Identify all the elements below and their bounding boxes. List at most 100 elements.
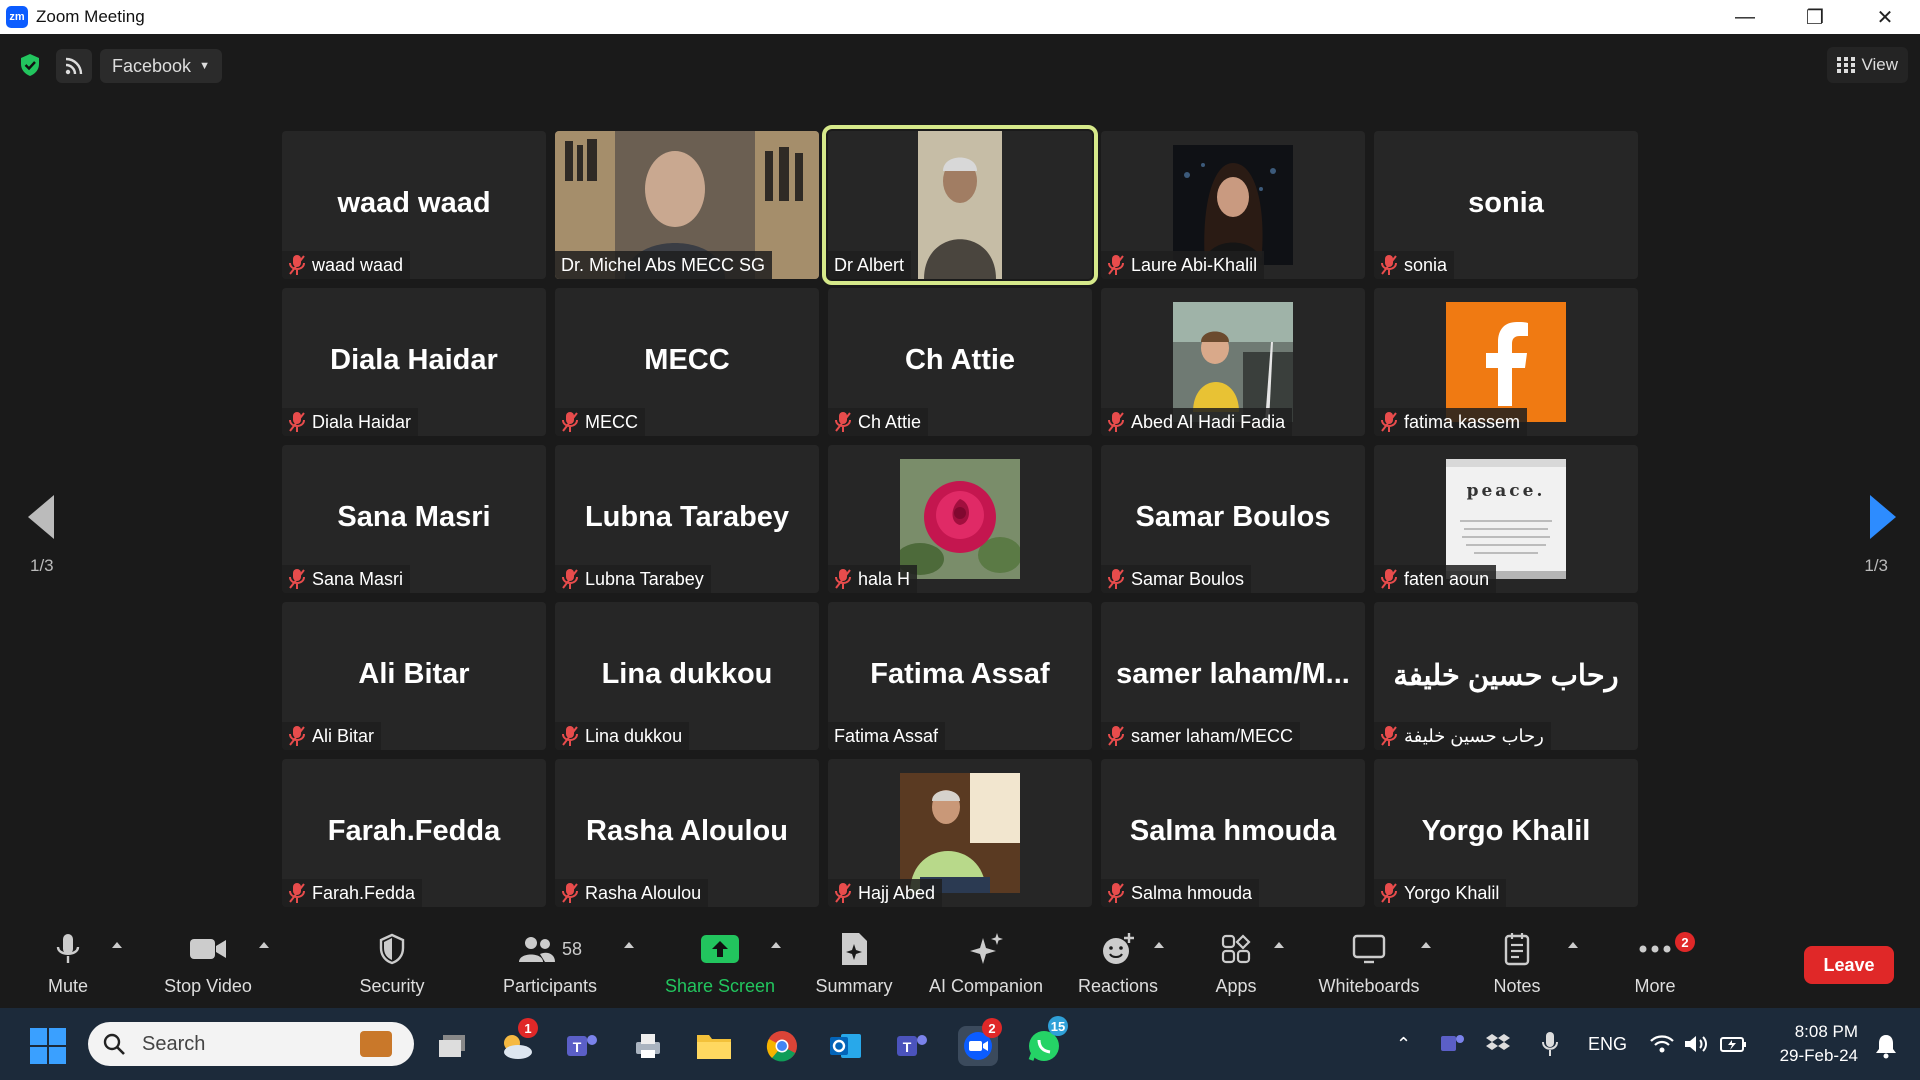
reactions-label: Reactions xyxy=(1077,976,1159,996)
apps-options-chevron-icon[interactable] xyxy=(1274,942,1284,948)
leave-button[interactable]: Leave xyxy=(1804,946,1894,984)
reactions-options-chevron-icon[interactable] xyxy=(1154,942,1164,948)
participant-tile[interactable]: Ali Bitar Ali Bitar xyxy=(282,602,546,750)
livestream-label: Facebook xyxy=(112,55,192,76)
share-screen-button[interactable]: Share Screen xyxy=(660,920,780,1008)
participant-tile[interactable]: Hajj Abed xyxy=(828,759,1092,907)
mute-button[interactable]: Mute xyxy=(38,920,98,1008)
windows-taskbar: Search 1 T T 2 15 ⌃ ENG 8:08 PM 29-Feb-2… xyxy=(0,1008,1920,1080)
task-view-icon[interactable] xyxy=(432,1026,472,1066)
grid-view-icon xyxy=(1837,57,1856,73)
participant-tile[interactable]: Ch Attie Ch Attie xyxy=(828,288,1092,436)
chrome-icon[interactable] xyxy=(762,1026,802,1066)
notes-options-chevron-icon[interactable] xyxy=(1568,942,1578,948)
svg-text:T: T xyxy=(903,1039,912,1055)
share-options-chevron-icon[interactable] xyxy=(771,942,781,948)
stop-video-label: Stop Video xyxy=(164,976,252,996)
show-hidden-icons-chevron-icon[interactable]: ⌃ xyxy=(1396,1034,1411,1055)
teams-icon[interactable]: T xyxy=(562,1026,602,1066)
participant-tile[interactable]: sonia sonia xyxy=(1374,131,1638,279)
zoom-logo-icon: zm xyxy=(6,6,28,28)
muted-microphone-icon xyxy=(835,883,851,903)
security-button[interactable]: Security xyxy=(342,920,442,1008)
dropbox-tray-icon[interactable] xyxy=(1478,1024,1518,1064)
encryption-shield-icon[interactable] xyxy=(14,49,46,81)
language-indicator[interactable]: ENG xyxy=(1588,1034,1627,1055)
apps-button[interactable]: Apps xyxy=(1186,920,1286,1008)
outlook-icon[interactable] xyxy=(826,1026,866,1066)
muted-microphone-icon xyxy=(1381,883,1397,903)
stop-video-button[interactable]: Stop Video xyxy=(158,920,258,1008)
livestream-icon[interactable] xyxy=(56,49,92,83)
participant-display-name: waad waad xyxy=(337,187,491,219)
participant-name-label: Yorgo Khalil xyxy=(1374,879,1507,907)
teams-tray-icon[interactable] xyxy=(1432,1024,1472,1064)
participant-tile[interactable]: Laure Abi-Khalil xyxy=(1101,131,1365,279)
participant-tile[interactable]: peace. faten aoun xyxy=(1374,445,1638,593)
participant-display-name: Fatima Assaf xyxy=(870,658,1050,690)
file-explorer-icon[interactable] xyxy=(694,1026,734,1066)
next-page-arrow-icon[interactable] xyxy=(1870,495,1896,539)
ai-companion-button[interactable]: AI Companion xyxy=(921,920,1051,1008)
participant-name-label: faten aoun xyxy=(1374,565,1497,593)
clock-time: 8:08 PM xyxy=(1794,1022,1858,1041)
participant-tile[interactable]: Abed Al Hadi Fadia xyxy=(1101,288,1365,436)
participant-name-label: Ch Attie xyxy=(828,408,929,436)
participant-display-name: Diala Haidar xyxy=(330,344,498,376)
participant-name-label: Hajj Abed xyxy=(828,879,943,907)
muted-microphone-icon xyxy=(1108,883,1124,903)
speaker-icon[interactable] xyxy=(1676,1024,1716,1064)
participant-tile[interactable]: Salma hmouda Salma hmouda xyxy=(1101,759,1365,907)
participant-tile[interactable]: Diala Haidar Diala Haidar xyxy=(282,288,546,436)
system-clock[interactable]: 8:08 PM 29-Feb-24 xyxy=(1780,1020,1858,1068)
whiteboards-options-chevron-icon[interactable] xyxy=(1421,942,1431,948)
view-button[interactable]: View xyxy=(1827,47,1908,83)
participants-button[interactable]: 58 Participants xyxy=(496,920,604,1008)
participant-tile[interactable]: MECC MECC xyxy=(555,288,819,436)
notes-button[interactable]: Notes xyxy=(1467,920,1567,1008)
participant-tile[interactable]: hala H xyxy=(828,445,1092,593)
participant-tile[interactable]: Lubna Tarabey Lubna Tarabey xyxy=(555,445,819,593)
summary-button[interactable]: Summary xyxy=(804,920,904,1008)
windows-start-icon[interactable] xyxy=(30,1028,66,1064)
participant-tile[interactable]: Dr. Michel Abs MECC SG xyxy=(555,131,819,279)
participant-tile[interactable]: Lina dukkou Lina dukkou xyxy=(555,602,819,750)
notification-bell-icon[interactable] xyxy=(1866,1026,1906,1066)
participant-tile[interactable]: samer laham/M... samer laham/MECC xyxy=(1101,602,1365,750)
participant-tile[interactable]: fatima kassem xyxy=(1374,288,1638,436)
participant-tile[interactable]: Samar Boulos Samar Boulos xyxy=(1101,445,1365,593)
participant-tile[interactable]: Dr Albert xyxy=(822,125,1098,285)
participant-tile[interactable]: Rasha Aloulou Rasha Aloulou xyxy=(555,759,819,907)
minimize-button[interactable]: — xyxy=(1710,0,1780,34)
restore-button[interactable]: ❐ xyxy=(1780,0,1850,34)
participants-options-chevron-icon[interactable] xyxy=(624,942,634,948)
participant-display-name: Sana Masri xyxy=(337,501,491,533)
participant-tile[interactable]: رحاب حسين خليفة رحاب حسين خليفة xyxy=(1374,602,1638,750)
muted-microphone-icon xyxy=(562,726,578,746)
whiteboards-button[interactable]: Whiteboards xyxy=(1309,920,1429,1008)
participant-tile[interactable]: Farah.Fedda Farah.Fedda xyxy=(282,759,546,907)
muted-microphone-icon xyxy=(289,255,305,275)
participant-tile[interactable]: Fatima Assaf Fatima Assaf xyxy=(828,602,1092,750)
reactions-button[interactable]: Reactions xyxy=(1068,920,1168,1008)
participant-tile[interactable]: waad waad waad waad xyxy=(282,131,546,279)
search-icon xyxy=(103,1033,125,1055)
search-placeholder: Search xyxy=(142,1032,206,1055)
microphone-tray-icon[interactable] xyxy=(1530,1024,1570,1064)
page-indicator-left: 1/3 xyxy=(30,556,54,575)
printer-app-icon[interactable] xyxy=(628,1026,668,1066)
mute-options-chevron-icon[interactable] xyxy=(112,942,122,948)
battery-icon[interactable] xyxy=(1714,1024,1754,1064)
previous-page-arrow-icon[interactable] xyxy=(28,495,54,539)
mute-label: Mute xyxy=(47,976,89,996)
video-options-chevron-icon[interactable] xyxy=(259,942,269,948)
apps-icon xyxy=(1221,932,1251,966)
participant-tile[interactable]: Sana Masri Sana Masri xyxy=(282,445,546,593)
window-title-bar: zm Zoom Meeting — ❐ ✕ xyxy=(0,0,1920,34)
participant-tile[interactable]: Yorgo Khalil Yorgo Khalil xyxy=(1374,759,1638,907)
livestream-dropdown[interactable]: Facebook ▼ xyxy=(100,49,222,83)
teams-work-icon[interactable]: T xyxy=(892,1026,932,1066)
taskbar-search-box[interactable]: Search xyxy=(88,1022,414,1066)
close-button[interactable]: ✕ xyxy=(1850,0,1920,34)
participant-name: Lubna Tarabey xyxy=(585,568,704,589)
